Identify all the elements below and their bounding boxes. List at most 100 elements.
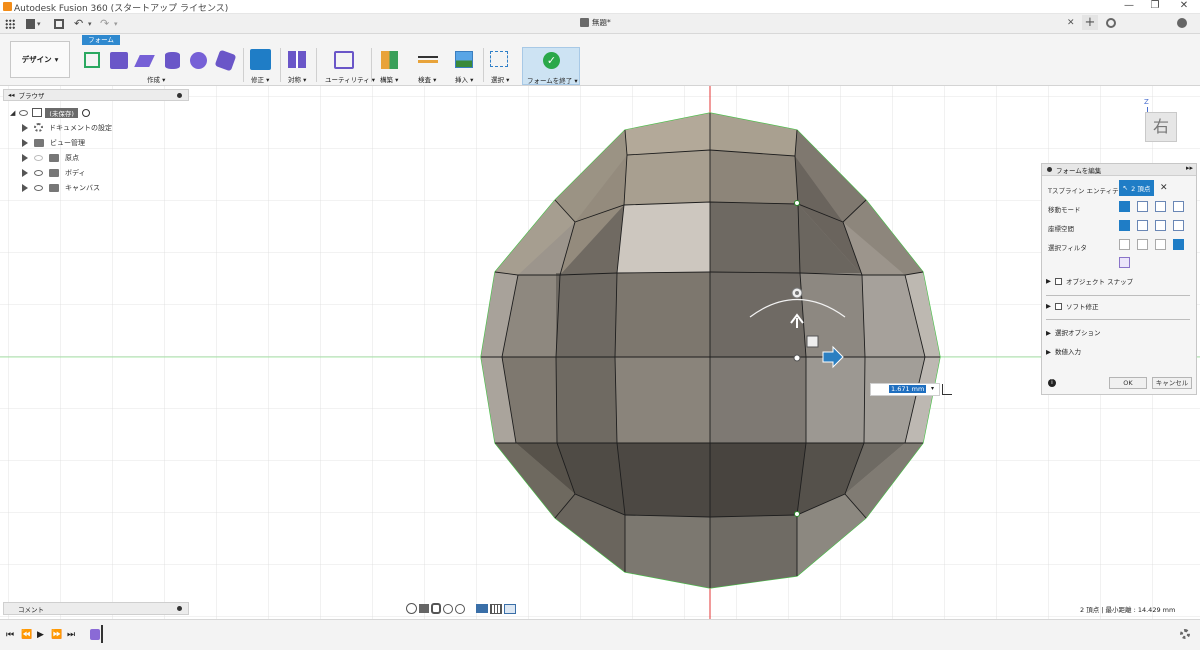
go-to-start-icon[interactable]: ⏮ — [6, 630, 14, 640]
group-insert-label[interactable]: 挿入 ▾ — [455, 74, 473, 84]
chevron-down-icon[interactable]: ▾ — [37, 20, 41, 28]
modify-icon[interactable] — [250, 49, 271, 70]
group-modify-label[interactable]: 修正 ▾ — [251, 74, 269, 84]
group-construct-label[interactable]: 構築 ▾ — [380, 74, 398, 84]
chevron-down-icon[interactable]: ▾ — [88, 20, 92, 28]
selected-vertex[interactable] — [794, 511, 800, 517]
sphere-icon[interactable] — [190, 52, 207, 69]
new-tab-button[interactable]: + — [1082, 15, 1098, 30]
select-icon[interactable] — [490, 51, 508, 67]
snap-icon[interactable] — [942, 384, 952, 395]
expand-arrow-icon[interactable] — [22, 168, 28, 177]
go-to-end-icon[interactable]: ⏭ — [67, 630, 75, 640]
undo-icon[interactable]: ↶ — [74, 17, 83, 30]
tree-item[interactable]: ビュー管理 — [10, 135, 180, 150]
selection-options-section[interactable]: ▶ 選択オプション — [1046, 327, 1101, 337]
grid-settings-icon[interactable] — [490, 603, 502, 614]
zoom-icon[interactable] — [443, 603, 453, 614]
step-back-icon[interactable]: ⏪ — [21, 630, 32, 640]
viewcube[interactable]: Z 右 — [1140, 98, 1180, 148]
expand-arrow-icon[interactable] — [22, 123, 28, 132]
zoom-window-icon[interactable] — [455, 603, 465, 614]
expand-arrow-icon[interactable] — [22, 138, 28, 147]
group-utilities-label[interactable]: ユーティリティ ▾ — [325, 74, 375, 84]
eye-hidden-icon[interactable] — [34, 154, 43, 161]
box-icon[interactable] — [110, 52, 128, 69]
move-mode-scale-icon[interactable] — [1173, 201, 1184, 212]
soft-modify-checkbox[interactable] — [1055, 302, 1062, 310]
soft-modify-section[interactable]: ▶ ソフト修正 — [1046, 301, 1099, 311]
filter-edge-icon[interactable] — [1137, 239, 1148, 250]
coordinate-world-icon[interactable] — [1119, 220, 1130, 231]
edit-form-header[interactable]: フォームを編集 ▸▸ — [1042, 164, 1196, 176]
cylinder-icon[interactable] — [165, 52, 180, 69]
viewcube-face[interactable]: 右 — [1145, 112, 1177, 142]
group-select-label[interactable]: 選択 ▾ — [491, 74, 509, 84]
help-icon[interactable] — [1177, 18, 1187, 28]
sketch-icon[interactable] — [84, 52, 100, 68]
insert-image-icon[interactable] — [455, 51, 473, 68]
browser-header[interactable]: ◂◂ ブラウザ — [3, 89, 189, 101]
group-create-label[interactable]: 作成 ▾ — [147, 74, 165, 84]
filter-body-icon[interactable] — [1119, 257, 1130, 268]
object-snap-section[interactable]: ▶ オブジェクト スナップ — [1046, 276, 1133, 286]
cancel-button[interactable]: キャンセル — [1152, 377, 1192, 389]
close-button[interactable]: ✕ — [1170, 0, 1198, 11]
move-mode-translate-icon[interactable] — [1137, 201, 1148, 212]
chevron-down-icon[interactable]: ▾ — [931, 385, 934, 392]
eye-icon[interactable] — [34, 184, 43, 191]
orbit-icon[interactable] — [406, 603, 417, 614]
tree-root[interactable]: ◢ (未保存) — [10, 105, 180, 120]
comments-header[interactable]: コメント — [3, 602, 189, 615]
restore-button[interactable]: ❐ — [1141, 0, 1169, 11]
quadball-icon[interactable] — [214, 49, 237, 72]
app-grid-icon[interactable] — [5, 19, 15, 29]
coordinate-local-icon[interactable] — [1155, 220, 1166, 231]
workspace-switcher[interactable]: デザイン ▾ — [10, 41, 70, 78]
group-symmetry-label[interactable]: 対称 ▾ — [288, 74, 306, 84]
filter-all-icon[interactable] — [1173, 239, 1184, 250]
utilities-icon[interactable] — [334, 51, 354, 69]
timeline-settings-icon[interactable] — [1180, 629, 1190, 639]
info-icon[interactable]: i — [1048, 379, 1056, 387]
plane-icon[interactable] — [134, 55, 155, 67]
browser-pin-icon[interactable] — [177, 92, 182, 98]
comments-pin-icon[interactable] — [177, 606, 182, 611]
numeric-input-section[interactable]: ▶ 数値入力 — [1046, 346, 1081, 356]
eye-icon[interactable] — [19, 109, 29, 116]
tab-close-button[interactable]: ✕ — [1067, 18, 1075, 28]
coordinate-view-icon[interactable] — [1137, 220, 1148, 231]
expand-icon[interactable]: ◢ — [10, 109, 15, 117]
construct-icon[interactable] — [381, 51, 398, 69]
document-tab[interactable]: 無題* — [580, 17, 611, 28]
viewport[interactable]: 1.671 mm ▾ ◂◂ ブラウザ ◢ (未保存) ドキュメントの設定 ビュー… — [0, 86, 1200, 619]
timeline-marker[interactable] — [101, 625, 103, 643]
viewports-icon[interactable] — [504, 603, 516, 614]
expand-panel-icon[interactable]: ▸▸ — [1186, 164, 1193, 172]
active-radio-icon[interactable] — [81, 108, 90, 117]
finish-form-button[interactable]: ✓ フォームを終了 ▾ — [522, 47, 580, 85]
ok-button[interactable]: OK — [1109, 377, 1147, 389]
entity-selection-button[interactable]: ↖ 2 頂点 — [1119, 180, 1154, 196]
coordinate-pertain-icon[interactable] — [1173, 220, 1184, 231]
save-icon[interactable] — [54, 19, 64, 29]
chevron-down-icon[interactable]: ▾ — [114, 20, 118, 28]
filter-face-icon[interactable] — [1155, 239, 1166, 250]
clear-selection-icon[interactable]: ✕ — [1160, 183, 1168, 193]
filter-vertex-icon[interactable] — [1119, 239, 1130, 250]
viewport-canvas[interactable] — [0, 86, 1200, 619]
move-mode-free-icon[interactable] — [1119, 201, 1130, 212]
step-forward-icon[interactable]: ⏩ — [51, 630, 62, 640]
play-icon[interactable]: ▶ — [37, 630, 44, 640]
look-at-icon[interactable] — [419, 604, 429, 613]
timeline-feature-icon[interactable] — [90, 629, 100, 640]
redo-icon[interactable]: ↷ — [100, 17, 109, 30]
display-settings-icon[interactable] — [476, 604, 488, 613]
tab-form[interactable]: フォーム — [82, 35, 120, 45]
tree-item[interactable]: 原点 — [10, 150, 180, 165]
pan-icon[interactable] — [431, 603, 441, 614]
expand-arrow-icon[interactable] — [22, 183, 28, 192]
group-inspect-label[interactable]: 検査 ▾ — [418, 74, 436, 84]
distance-input[interactable]: 1.671 mm ▾ — [870, 383, 940, 396]
job-status-icon[interactable] — [1106, 18, 1116, 28]
